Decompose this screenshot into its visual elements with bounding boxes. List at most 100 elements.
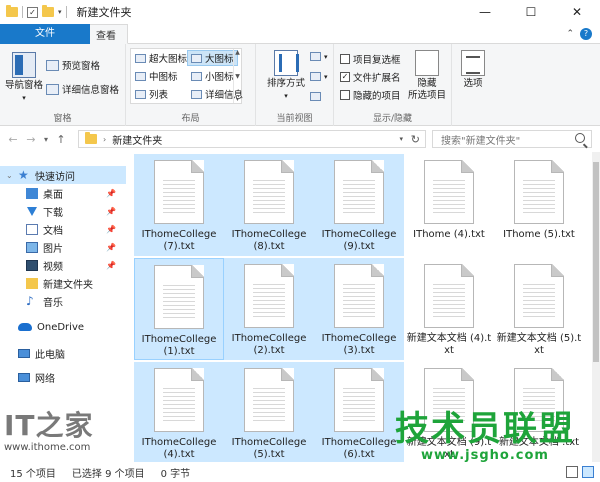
- forward-icon[interactable]: →: [22, 133, 40, 146]
- nav-item-downloads[interactable]: 下载 📌: [0, 202, 126, 220]
- text-file-icon: [424, 160, 474, 224]
- ribbon-group-current-view: 排序方式 ▾ ▾ ▾ 当前视图: [256, 44, 334, 126]
- layout-medium-icons[interactable]: 中图标: [135, 69, 178, 83]
- options-icon: [461, 50, 485, 76]
- nav-item-documents[interactable]: 文档 📌: [0, 220, 126, 238]
- nav-item-videos[interactable]: 视频 📌: [0, 256, 126, 274]
- details-view-icon[interactable]: [566, 466, 578, 478]
- text-file-icon: [334, 160, 384, 224]
- file-item[interactable]: IThomeCollege (8).txt: [224, 154, 314, 256]
- file-item[interactable]: IThomeCollege (3).txt: [314, 258, 404, 360]
- size-columns-button[interactable]: [310, 92, 321, 101]
- status-bar: 15 个项目 已选择 9 个项目 0 字节: [0, 462, 600, 482]
- nav-item-pictures[interactable]: 图片 📌: [0, 238, 126, 256]
- refresh-icon[interactable]: ↻: [411, 133, 420, 146]
- text-file-icon: [154, 160, 204, 224]
- nav-this-pc[interactable]: 此电脑: [0, 344, 126, 362]
- text-file-icon: [154, 368, 204, 432]
- details-pane-button[interactable]: 详细信息窗格: [46, 82, 119, 96]
- file-item[interactable]: IThomeCollege (1).txt: [134, 258, 224, 360]
- list-icon: [135, 89, 146, 99]
- folder-icon: [85, 132, 97, 144]
- up-icon[interactable]: ↑: [52, 133, 70, 146]
- window-controls: — ☐ ✕: [462, 0, 600, 24]
- ribbon: 导航窗格 ▾ 预览窗格 详细信息窗格 窗格 布局 超大图标 大图标 中图标 小图…: [0, 44, 600, 126]
- hide-selected-items-button[interactable]: 隐藏 所选项目: [404, 50, 450, 102]
- file-item[interactable]: 新建文本文档 (5).txt: [494, 258, 584, 360]
- options-button[interactable]: 选项: [458, 50, 488, 90]
- nav-item-music[interactable]: ♪ 音乐: [0, 292, 126, 310]
- add-columns-button[interactable]: ▾: [310, 72, 328, 81]
- file-item[interactable]: IThomeCollege (2).txt: [224, 258, 314, 360]
- help-icon[interactable]: ?: [580, 27, 592, 40]
- large-icons-view-icon[interactable]: [582, 466, 594, 478]
- nav-item-desktop[interactable]: 桌面 📌: [0, 184, 126, 202]
- layout-list[interactable]: 列表: [135, 87, 168, 101]
- properties-icon[interactable]: ✓: [27, 6, 38, 18]
- item-checkboxes-toggle[interactable]: 项目复选框: [340, 52, 401, 66]
- view-switcher: [566, 466, 594, 478]
- back-icon[interactable]: ←: [4, 133, 22, 146]
- address-bar-row: ← → ▾ ↑ › 新建文件夹 ▾ ↻ 搜索"新建文件夹": [0, 126, 600, 152]
- chevron-down-icon[interactable]: ▼: [235, 73, 240, 80]
- breadcrumb[interactable]: 新建文件夹: [112, 132, 162, 147]
- chevron-down-icon: ▾: [22, 94, 26, 102]
- maximize-button[interactable]: ☐: [508, 0, 554, 24]
- watermark-jsgho: 技术员联盟 www.jsgho.com: [370, 410, 600, 463]
- video-icon: [26, 259, 38, 271]
- address-bar[interactable]: › 新建文件夹 ▾ ↻: [78, 130, 426, 148]
- search-icon[interactable]: [575, 133, 585, 143]
- file-item[interactable]: IThome (5).txt: [494, 154, 584, 256]
- recent-locations-icon[interactable]: ▾: [40, 135, 52, 144]
- layout-small-icons[interactable]: 小图标: [191, 69, 234, 83]
- chevron-right-icon[interactable]: ›: [103, 135, 106, 144]
- sort-by-button[interactable]: 排序方式 ▾: [264, 50, 308, 102]
- nav-network[interactable]: 网络: [0, 368, 126, 386]
- chevron-up-icon[interactable]: ▲: [235, 49, 240, 56]
- file-item[interactable]: IThomeCollege (7).txt: [134, 154, 224, 256]
- collapse-ribbon-icon[interactable]: ⌃: [566, 29, 574, 39]
- file-extensions-toggle[interactable]: ✓ 文件扩展名: [340, 70, 401, 84]
- preview-pane-button[interactable]: 预览窗格: [46, 58, 100, 72]
- hidden-items-toggle[interactable]: 隐藏的项目: [340, 88, 401, 102]
- file-item[interactable]: IThomeCollege (4).txt: [134, 362, 224, 462]
- chevron-down-icon: ▾: [284, 92, 288, 100]
- checkbox-checked[interactable]: ✓: [340, 72, 350, 82]
- music-icon: ♪: [26, 293, 34, 308]
- layout-large-icons[interactable]: 大图标: [187, 50, 238, 66]
- nav-onedrive[interactable]: OneDrive: [0, 318, 126, 336]
- sort-icon: [274, 50, 299, 76]
- layout-gallery-scroll[interactable]: ▲ ▼ ▾: [233, 49, 241, 103]
- layout-gallery: 超大图标 大图标 中图标 小图标 列表 详细信息 ▲ ▼ ▾: [130, 48, 243, 104]
- details-icon: [191, 89, 202, 99]
- tab-view[interactable]: 查看: [84, 24, 128, 44]
- customize-qat-icon[interactable]: ▾: [58, 8, 62, 16]
- layout-extra-large-icons[interactable]: 超大图标: [135, 51, 187, 65]
- pin-icon: 📌: [106, 224, 116, 234]
- expand-icon[interactable]: ▾: [236, 96, 239, 103]
- file-item[interactable]: IThome (4).txt: [404, 154, 494, 256]
- minimize-button[interactable]: —: [462, 0, 508, 24]
- add-columns-icon: [310, 72, 321, 81]
- group-label: 布局: [181, 114, 200, 124]
- checkbox[interactable]: [340, 90, 350, 100]
- watermark-title: 技术员联盟: [395, 409, 575, 449]
- star-icon: ★: [18, 167, 29, 182]
- nav-quick-access[interactable]: ⌄ ★ 快速访问: [0, 166, 126, 184]
- checkbox[interactable]: [340, 54, 350, 64]
- ribbon-group-show-hide: 项目复选框 ✓ 文件扩展名 隐藏的项目 隐藏 所选项目 显示/隐藏: [334, 44, 452, 126]
- group-by-button[interactable]: ▾: [310, 52, 328, 61]
- file-item[interactable]: IThomeCollege (9).txt: [314, 154, 404, 256]
- pin-icon: 📌: [106, 260, 116, 270]
- search-input[interactable]: 搜索"新建文件夹": [432, 130, 592, 148]
- file-item[interactable]: 新建文本文档 (4).txt: [404, 258, 494, 360]
- chevron-down-icon[interactable]: ⌄: [6, 171, 13, 180]
- new-folder-icon[interactable]: [42, 5, 54, 17]
- navigation-pane-button[interactable]: 导航窗格 ▾: [4, 52, 44, 104]
- file-item[interactable]: IThomeCollege (5).txt: [224, 362, 314, 462]
- close-button[interactable]: ✕: [554, 0, 600, 24]
- nav-item-new-folder[interactable]: 新建文件夹: [0, 274, 126, 292]
- scrollbar-thumb[interactable]: [593, 162, 599, 362]
- chevron-down-icon[interactable]: ▾: [399, 135, 403, 143]
- text-file-icon: [514, 264, 564, 328]
